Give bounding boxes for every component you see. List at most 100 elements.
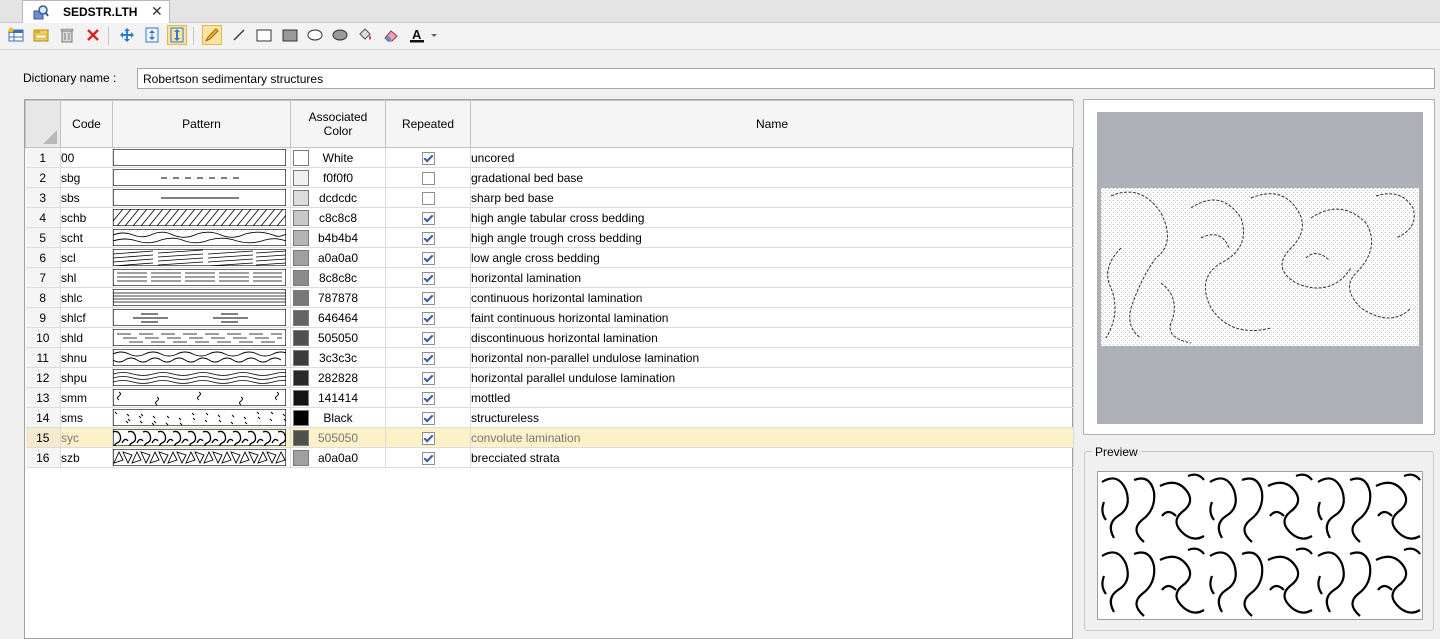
name-cell[interactable]: discontinuous horizontal lamination: [470, 327, 1074, 348]
code-cell[interactable]: shlc: [60, 287, 113, 308]
eraser-icon[interactable]: [381, 25, 401, 45]
name-cell[interactable]: sharp bed base: [470, 187, 1074, 208]
color-cell[interactable]: 141414: [290, 387, 386, 408]
repeated-checkbox[interactable]: [421, 271, 435, 285]
row-number[interactable]: 11: [25, 347, 61, 368]
color-cell[interactable]: 505050: [290, 427, 386, 448]
repeated-checkbox[interactable]: [421, 311, 435, 325]
color-cell[interactable]: f0f0f0: [290, 167, 386, 188]
table-row[interactable]: 15 syc 505050 convolute lamination: [25, 427, 1074, 448]
color-cell[interactable]: dcdcdc: [290, 187, 386, 208]
repeated-cell[interactable]: [385, 187, 471, 208]
delete-x-icon[interactable]: [83, 25, 103, 45]
name-cell[interactable]: mottled: [470, 387, 1074, 408]
dropdown-arrow-icon[interactable]: [428, 25, 440, 45]
code-cell[interactable]: smm: [60, 387, 113, 408]
row-number[interactable]: 6: [25, 247, 61, 268]
column-header-name[interactable]: Name: [470, 100, 1074, 148]
pattern-cell[interactable]: [112, 267, 291, 288]
table-row[interactable]: 9 shlcf 646464 faint continuous horizontal …: [25, 307, 1074, 328]
table-row[interactable]: 16 szb a0a0a0 brecciated strata: [25, 447, 1074, 468]
table-row[interactable]: 2 sbg f0f0f0 gradational bed base: [25, 167, 1074, 188]
color-cell[interactable]: a0a0a0: [290, 247, 386, 268]
repeated-checkbox[interactable]: [421, 211, 435, 225]
line-icon[interactable]: [229, 25, 249, 45]
row-number[interactable]: 1: [25, 147, 61, 168]
pattern-cell[interactable]: [112, 247, 291, 268]
column-header-pattern[interactable]: Pattern: [112, 100, 291, 148]
table-row[interactable]: 11 shnu 3c3c3c horizontal non-parallel undu…: [25, 347, 1074, 368]
row-number[interactable]: 10: [25, 327, 61, 348]
repeated-checkbox[interactable]: [421, 371, 435, 385]
color-cell[interactable]: 282828: [290, 367, 386, 388]
repeated-cell[interactable]: [385, 167, 471, 188]
row-number[interactable]: 3: [25, 187, 61, 208]
filled-rectangle-icon[interactable]: [280, 25, 300, 45]
pattern-cell[interactable]: [112, 287, 291, 308]
name-cell[interactable]: gradational bed base: [470, 167, 1074, 188]
repeated-cell[interactable]: [385, 407, 471, 428]
color-cell[interactable]: 646464: [290, 307, 386, 328]
repeated-checkbox[interactable]: [421, 151, 435, 165]
pattern-cell[interactable]: [112, 347, 291, 368]
repeated-checkbox[interactable]: [421, 391, 435, 405]
repeated-checkbox[interactable]: [421, 411, 435, 425]
code-cell[interactable]: sms: [60, 407, 113, 428]
name-cell[interactable]: horizontal parallel undulose lamination: [470, 367, 1074, 388]
pattern-cell[interactable]: [112, 227, 291, 248]
pattern-cell[interactable]: [112, 367, 291, 388]
code-cell[interactable]: 00: [60, 147, 113, 168]
column-header-repeated[interactable]: Repeated: [385, 100, 471, 148]
repeated-cell[interactable]: [385, 247, 471, 268]
column-header-code[interactable]: Code: [60, 100, 113, 148]
code-cell[interactable]: shnu: [60, 347, 113, 368]
row-number[interactable]: 16: [25, 447, 61, 468]
table-row[interactable]: 12 shpu 282828 horizontal parallel undulose…: [25, 367, 1074, 388]
repeated-checkbox[interactable]: [421, 351, 435, 365]
pattern-cell[interactable]: [112, 307, 291, 328]
pattern-cell[interactable]: [112, 147, 291, 168]
table-row[interactable]: 10 shld 505050 discontinuous horizontal lam…: [25, 327, 1074, 348]
repeated-cell[interactable]: [385, 207, 471, 228]
document-tab[interactable]: SEDSTR.LTH ✕: [22, 0, 170, 23]
code-cell[interactable]: shl: [60, 267, 113, 288]
row-number[interactable]: 12: [25, 367, 61, 388]
repeated-cell[interactable]: [385, 307, 471, 328]
ellipse-icon[interactable]: [305, 25, 325, 45]
repeated-cell[interactable]: [385, 227, 471, 248]
row-number[interactable]: 2: [25, 167, 61, 188]
code-cell[interactable]: shld: [60, 327, 113, 348]
repeated-checkbox[interactable]: [421, 331, 435, 345]
name-cell[interactable]: faint continuous horizontal lamination: [470, 307, 1074, 328]
pattern-cell[interactable]: [112, 387, 291, 408]
table-row[interactable]: 1 00 White uncored: [25, 147, 1074, 168]
close-tab-icon[interactable]: ✕: [151, 3, 163, 20]
pattern-cell[interactable]: [112, 407, 291, 428]
name-cell[interactable]: structureless: [470, 407, 1074, 428]
repeated-checkbox[interactable]: [421, 291, 435, 305]
code-cell[interactable]: scht: [60, 227, 113, 248]
code-cell[interactable]: scl: [60, 247, 113, 268]
name-cell[interactable]: brecciated strata: [470, 447, 1074, 468]
pattern-cell[interactable]: [112, 167, 291, 188]
name-cell[interactable]: high angle trough cross bedding: [470, 227, 1074, 248]
table-row[interactable]: 13 smm 141414 mottled: [25, 387, 1074, 408]
row-number[interactable]: 8: [25, 287, 61, 308]
color-cell[interactable]: 8c8c8c: [290, 267, 386, 288]
repeated-cell[interactable]: [385, 427, 471, 448]
pattern-cell[interactable]: [112, 187, 291, 208]
pattern-cell[interactable]: [112, 447, 291, 468]
repeated-checkbox[interactable]: [421, 171, 435, 185]
color-cell[interactable]: 505050: [290, 327, 386, 348]
row-number[interactable]: 7: [25, 267, 61, 288]
repeated-cell[interactable]: [385, 447, 471, 468]
code-cell[interactable]: szb: [60, 447, 113, 468]
code-cell[interactable]: schb: [60, 207, 113, 228]
code-cell[interactable]: shlcf: [60, 307, 113, 328]
table-row[interactable]: 6 scl a0a0a0 low angle cross bedding: [25, 247, 1074, 268]
row-number[interactable]: 4: [25, 207, 61, 228]
fill-bucket-icon[interactable]: [355, 25, 375, 45]
code-cell[interactable]: sbg: [60, 167, 113, 188]
repeated-checkbox[interactable]: [421, 451, 435, 465]
code-cell[interactable]: shpu: [60, 367, 113, 388]
